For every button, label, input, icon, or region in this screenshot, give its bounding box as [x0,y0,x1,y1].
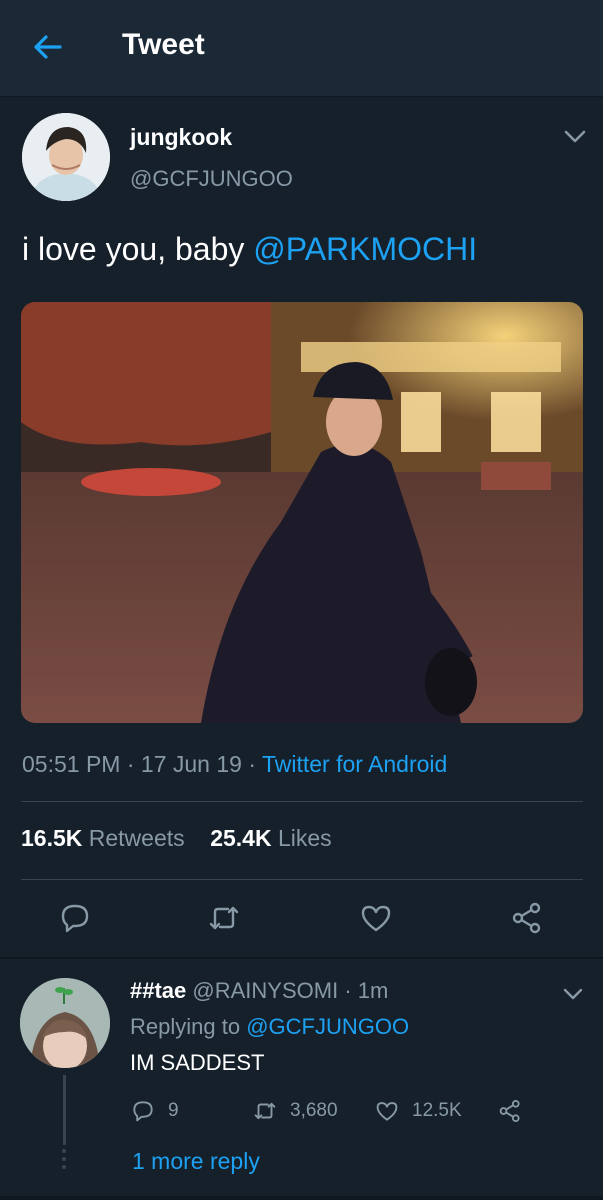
tweet-meta: 05:51 PM · 17 Jun 19 · Twitter for Andro… [22,751,447,778]
divider [21,801,583,802]
tweet-text-body: i love you, baby [22,231,254,267]
retweets-label: Retweets [88,825,185,851]
reply-header: ##tae @RAINYSOMI · 1m [130,978,388,1004]
tweet-text: i love you, baby @PARKMOCHI [22,231,477,268]
tweet-time: 05:51 PM [22,751,121,777]
retweets-count: 16.5K [21,825,83,851]
reply-icon [133,1101,153,1122]
share-icon [499,1099,520,1123]
page-title: Tweet [122,28,205,61]
reply-time: 1m [357,978,389,1003]
meta-separator: · [120,751,141,777]
tweet-date: 17 Jun 19 [140,751,242,777]
thread-dots [62,1149,66,1173]
reply-share-button[interactable] [497,1096,523,1126]
reply-like-button[interactable]: 12.5K [374,1096,462,1126]
top-bar: Tweet [0,0,603,97]
reply-reply-button[interactable]: 9 [130,1096,179,1126]
thread-line [63,1075,66,1145]
mention-link[interactable]: @PARKMOCHI [253,231,477,267]
reply-like-count: 12.5K [412,1100,462,1121]
reply-icon[interactable] [57,900,93,936]
reply-author-name[interactable]: ##tae [130,978,186,1003]
divider [21,879,583,880]
retweets-stat[interactable]: 16.5K Retweets [21,825,185,851]
more-replies-link[interactable]: 1 more reply [132,1148,260,1175]
replying-handle[interactable]: @GCFJUNGOO [246,1014,409,1039]
reply-separator: · [338,978,358,1003]
tweet-source[interactable]: Twitter for Android [262,751,447,777]
reply-reply-count: 9 [168,1100,179,1121]
section-separator [0,957,603,959]
retweet-icon[interactable] [206,900,242,936]
share-icon[interactable] [509,900,545,936]
arrow-left-icon[interactable] [30,30,64,64]
tweet-photo[interactable] [21,302,583,723]
retweet-icon [254,1102,276,1120]
likes-count: 25.4K [210,825,272,851]
reply-text: IM SADDEST [130,1050,265,1075]
meta-separator: · [241,751,262,777]
like-icon [376,1102,398,1121]
reply-author-handle[interactable]: @RAINYSOMI [192,978,338,1003]
replying-label: Replying to [130,1014,247,1039]
chevron-down-icon[interactable] [562,127,588,147]
like-icon[interactable] [358,900,394,936]
author-handle[interactable]: @GCFJUNGOO [130,166,293,192]
tweet-stats: 16.5K Retweets 25.4K Likes [21,825,332,852]
reply-retweet-button[interactable]: 3,680 [252,1096,338,1126]
likes-label: Likes [277,825,332,851]
author-name[interactable]: jungkook [130,124,232,151]
replying-to: Replying to @GCFJUNGOO [130,1014,409,1040]
reply-retweet-count: 3,680 [290,1100,338,1121]
author-avatar[interactable] [22,113,110,201]
chevron-down-icon[interactable] [562,985,584,1003]
bottom-separator [0,1196,603,1200]
reply-avatar[interactable] [20,978,110,1068]
likes-stat[interactable]: 25.4K Likes [210,825,331,851]
